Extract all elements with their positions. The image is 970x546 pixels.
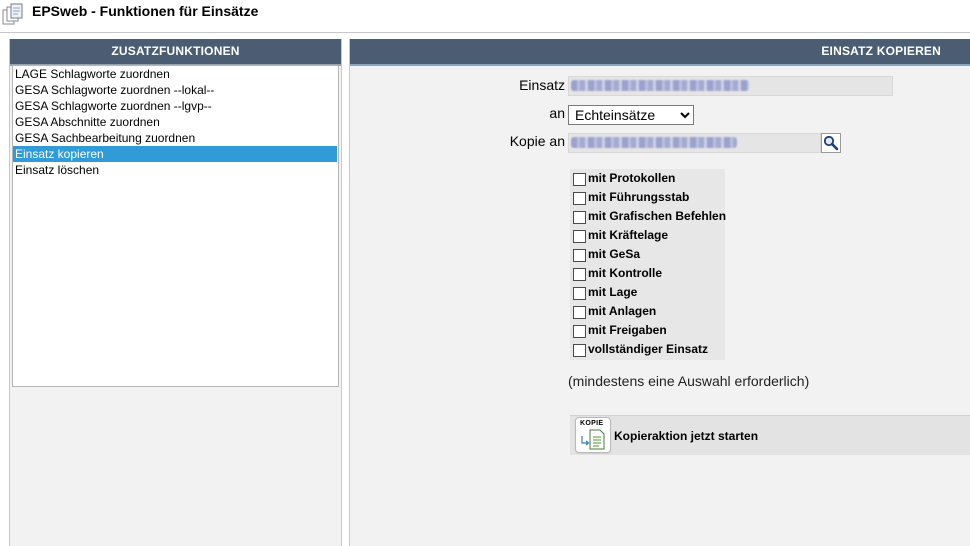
- option-row[interactable]: mit Kontrolle: [570, 264, 725, 283]
- checkbox[interactable]: [573, 230, 586, 243]
- option-row[interactable]: mit Freigaben: [570, 321, 725, 340]
- checkbox[interactable]: [573, 306, 586, 319]
- kopie-an-label: Kopie an: [509, 133, 565, 149]
- option-row[interactable]: mit Lage: [570, 283, 725, 302]
- checkbox[interactable]: [573, 173, 586, 186]
- option-row[interactable]: mit Anlagen: [570, 302, 725, 321]
- list-item[interactable]: GESA Schlagworte zuordnen --lgvp--: [13, 98, 338, 114]
- page-title: EPSweb - Funktionen für Einsätze: [32, 3, 259, 19]
- option-label: mit Führungsstab: [588, 190, 690, 204]
- list-item[interactable]: GESA Abschnitte zuordnen: [13, 114, 338, 130]
- start-copy-action[interactable]: KOPIE Kopieraktion jetzt starten: [570, 415, 970, 455]
- option-label: mit Kontrolle: [588, 266, 662, 280]
- option-label: mit Protokollen: [588, 171, 676, 185]
- option-label: mit Freigaben: [588, 323, 667, 337]
- option-label: mit GeSa: [588, 247, 641, 261]
- copy-document-icon[interactable]: KOPIE: [575, 417, 611, 453]
- list-item[interactable]: GESA Schlagworte zuordnen --lokal--: [13, 82, 338, 98]
- checkbox[interactable]: [573, 268, 586, 281]
- functions-list[interactable]: LAGE Schlagworte zuordnen GESA Schlagwor…: [12, 65, 339, 387]
- functions-panel: ZUSATZFUNKTIONEN LAGE Schlagworte zuordn…: [9, 39, 342, 546]
- einsatz-label: Einsatz: [519, 77, 565, 93]
- functions-panel-header: ZUSATZFUNKTIONEN: [10, 39, 341, 66]
- selection-hint: (mindestens eine Auswahl erforderlich): [568, 373, 810, 389]
- list-item[interactable]: LAGE Schlagworte zuordnen: [13, 66, 338, 82]
- list-item[interactable]: Einsatz löschen: [13, 162, 338, 178]
- kopie-icon-text: KOPIE: [580, 420, 604, 427]
- option-label: vollständiger Einsatz: [588, 342, 709, 356]
- copy-panel-header: EINSATZ KOPIEREN: [350, 39, 970, 66]
- an-label: an: [549, 105, 565, 121]
- checkbox[interactable]: [573, 249, 586, 262]
- option-label: mit Anlagen: [588, 304, 657, 318]
- option-row[interactable]: mit Grafischen Befehlen: [570, 207, 727, 226]
- checkbox[interactable]: [573, 325, 586, 338]
- start-copy-label: Kopieraktion jetzt starten: [614, 429, 759, 443]
- documents-icon: [2, 3, 23, 25]
- checkbox[interactable]: [573, 287, 586, 300]
- target-select[interactable]: Echteinsätze: [568, 105, 694, 125]
- list-item-selected[interactable]: Einsatz kopieren: [13, 146, 337, 162]
- option-label: mit Lage: [588, 285, 638, 299]
- redacted-text: [571, 80, 749, 91]
- title-bar: EPSweb - Funktionen für Einsätze: [0, 0, 970, 33]
- copy-options: mit Protokollen mit Führungsstab mit Gra…: [570, 169, 727, 360]
- einsatz-field: [568, 76, 893, 96]
- option-row[interactable]: vollständiger Einsatz: [570, 340, 725, 359]
- checkbox[interactable]: [573, 211, 586, 224]
- title-divider: [0, 32, 970, 33]
- checkbox[interactable]: [573, 344, 586, 357]
- document-arrow-icon: [581, 429, 605, 450]
- option-label: mit Kräftelage: [588, 228, 669, 242]
- kopie-an-field[interactable]: [568, 133, 821, 153]
- option-row[interactable]: mit GeSa: [570, 245, 725, 264]
- magnifier-icon: [823, 135, 839, 151]
- option-row[interactable]: mit Führungsstab: [570, 188, 725, 207]
- checkbox[interactable]: [573, 192, 586, 205]
- redacted-text: [571, 137, 737, 148]
- option-row[interactable]: mit Protokollen: [570, 169, 725, 188]
- search-button[interactable]: [821, 133, 841, 153]
- copy-panel: EINSATZ KOPIEREN Einsatz an Echteinsätze…: [349, 39, 970, 546]
- option-label: mit Grafischen Befehlen: [588, 209, 727, 223]
- list-item[interactable]: GESA Sachbearbeitung zuordnen: [13, 130, 338, 146]
- option-row[interactable]: mit Kräftelage: [570, 226, 725, 245]
